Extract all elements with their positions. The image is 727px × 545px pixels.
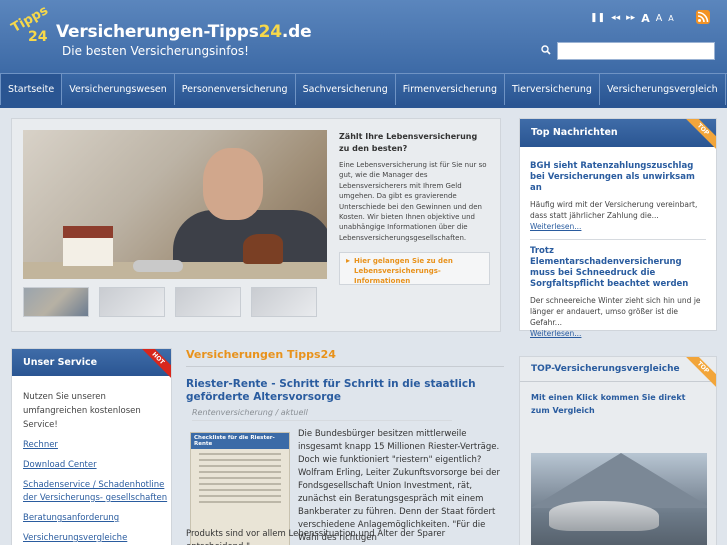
nav-item-personenversicherung[interactable]: Personenversicherung [175, 74, 296, 105]
nav-item-versicherungsvergleich[interactable]: Versicherungsvergleich [600, 74, 726, 105]
next-icon[interactable]: ▸▸ [626, 13, 635, 23]
hero-thumbnail[interactable] [251, 287, 317, 317]
service-box: Unser Service HOT Nutzen Sie unseren umf… [11, 348, 172, 545]
font-size-small-button[interactable]: A [668, 14, 673, 23]
top-comparisons-heading-bar: TOP-Versicherungsvergleiche TOP [520, 357, 716, 389]
search-icon[interactable] [541, 45, 551, 58]
top-badge: TOP [684, 357, 716, 389]
site-name-main: Versicherungen-Tipps [56, 22, 259, 42]
article-title[interactable]: Riester-Rente - Schritt für Schritt in d… [186, 378, 501, 404]
previous-icon[interactable]: ◂◂ [611, 13, 620, 23]
hot-badge: HOT [141, 349, 171, 379]
news-heading: Top Nachrichten [531, 127, 618, 138]
article-image-heading: Checkliste für die Riester-Rente [191, 433, 289, 449]
article-category: Rentenversicherung / aktuell [192, 408, 308, 417]
news-title[interactable]: BGH sieht Ratenzahlungszuschlag bei Vers… [530, 161, 706, 194]
logo-badge-bottom: 24 [28, 29, 48, 45]
header-tools: ❚❚ ◂◂ ▸▸ A A A [590, 11, 674, 25]
read-more-link[interactable]: Weiterlesen... [530, 329, 581, 338]
nav-divider [0, 105, 727, 108]
hero-thumbnails [23, 287, 317, 317]
hero-text: Eine Lebensversicherung ist für Sie nur … [339, 161, 487, 242]
service-links: Rechner Download Center Schadenservice /… [12, 439, 171, 545]
top-badge-label: TOP [684, 119, 716, 151]
service-link-schadenservice[interactable]: Schadenservice / Schadenhotline der Vers… [23, 479, 173, 505]
hero-link[interactable]: Hier gelangen Sie zu den Lebensversicher… [354, 256, 484, 286]
news-title[interactable]: Trotz Elementarschadenversicherung muss … [530, 246, 706, 290]
main-navigation: Startseite Versicherungswesen Personenve… [0, 73, 727, 105]
news-text: Häufig wird mit der Versicherung vereinb… [530, 200, 698, 220]
font-size-large-button[interactable]: A [641, 12, 650, 25]
car-image[interactable] [531, 453, 707, 545]
nav-item-sachversicherung[interactable]: Sachversicherung [296, 74, 396, 105]
article-text-continued: Produkts sind vor allem Lebenssituation … [186, 529, 446, 545]
service-heading-bar: Unser Service HOT [12, 349, 171, 379]
service-intro: Nutzen Sie unseren umfangreichen kostenl… [23, 392, 141, 430]
read-more-link[interactable]: Weiterlesen... [530, 222, 581, 231]
site-name[interactable]: Versicherungen-Tipps24.de [56, 22, 312, 42]
divider [192, 420, 452, 421]
top-news-box: Top Nachrichten TOP BGH sieht Ratenzahlu… [519, 118, 717, 338]
service-link-download-center[interactable]: Download Center [23, 459, 173, 472]
site-name-number: 24 [258, 22, 282, 42]
main-title: Versicherungen Tipps24 [186, 348, 336, 361]
service-link-versicherungsvergleiche[interactable]: Versicherungsvergleiche [23, 532, 173, 545]
top-comparisons-heading[interactable]: TOP-Versicherungsvergleiche [531, 364, 680, 374]
divider [186, 366, 504, 367]
nav-item-firmenversicherung[interactable]: Firmenversicherung [396, 74, 506, 105]
service-heading: Unser Service [23, 357, 98, 368]
nav-item-tierversicherung[interactable]: Tierversicherung [505, 74, 600, 105]
search-input[interactable] [557, 42, 715, 60]
logo-badge[interactable]: Tipps 24 [8, 3, 52, 49]
hero-link-box[interactable]: ▸ Hier gelangen Sie zu den Lebensversich… [339, 252, 490, 285]
top-badge-label: TOP [684, 357, 716, 389]
font-size-medium-button[interactable]: A [656, 13, 663, 24]
hot-badge-label: HOT [141, 349, 171, 379]
nav-item-startseite[interactable]: Startseite [0, 74, 63, 105]
hero-thumbnail[interactable] [99, 287, 165, 317]
hero-thumbnail[interactable] [175, 287, 241, 317]
service-link-rechner[interactable]: Rechner [23, 439, 173, 452]
news-item: BGH sieht Ratenzahlungszuschlag bei Vers… [520, 161, 716, 240]
hero-title: Zählt Ihre Lebensversicherung zu den bes… [339, 132, 478, 153]
main-content: Versicherungen Tipps24 Riester-Rente - S… [186, 348, 504, 545]
hero-image[interactable] [23, 130, 327, 279]
pause-icon[interactable]: ❚❚ [590, 13, 605, 23]
top-comparisons-box: TOP-Versicherungsvergleiche TOP Mit eine… [519, 356, 717, 545]
site-name-tld: .de [281, 22, 312, 42]
hero-thumbnail[interactable] [23, 287, 89, 317]
news-item: Trotz Elementarschadenversicherung muss … [520, 246, 716, 339]
divider [530, 239, 706, 240]
arrow-right-icon: ▸ [346, 256, 351, 265]
service-link-beratungsanforderung[interactable]: Beratungsanforderung [23, 512, 173, 525]
news-heading-bar: Top Nachrichten TOP [520, 119, 716, 151]
hero-teaser: Zählt Ihre Lebensversicherung zu den bes… [11, 118, 501, 332]
nav-item-versicherungswesen[interactable]: Versicherungswesen [62, 74, 175, 105]
news-text: Der schneereiche Winter zieht sich hin u… [530, 296, 701, 327]
top-badge: TOP [684, 119, 716, 151]
rss-icon[interactable] [696, 10, 710, 24]
site-tagline: Die besten Versicherungsinfos! [62, 44, 249, 58]
rss-symbol-icon [697, 11, 709, 23]
site-header: Tipps 24 Versicherungen-Tipps24.de Die b… [0, 0, 727, 73]
